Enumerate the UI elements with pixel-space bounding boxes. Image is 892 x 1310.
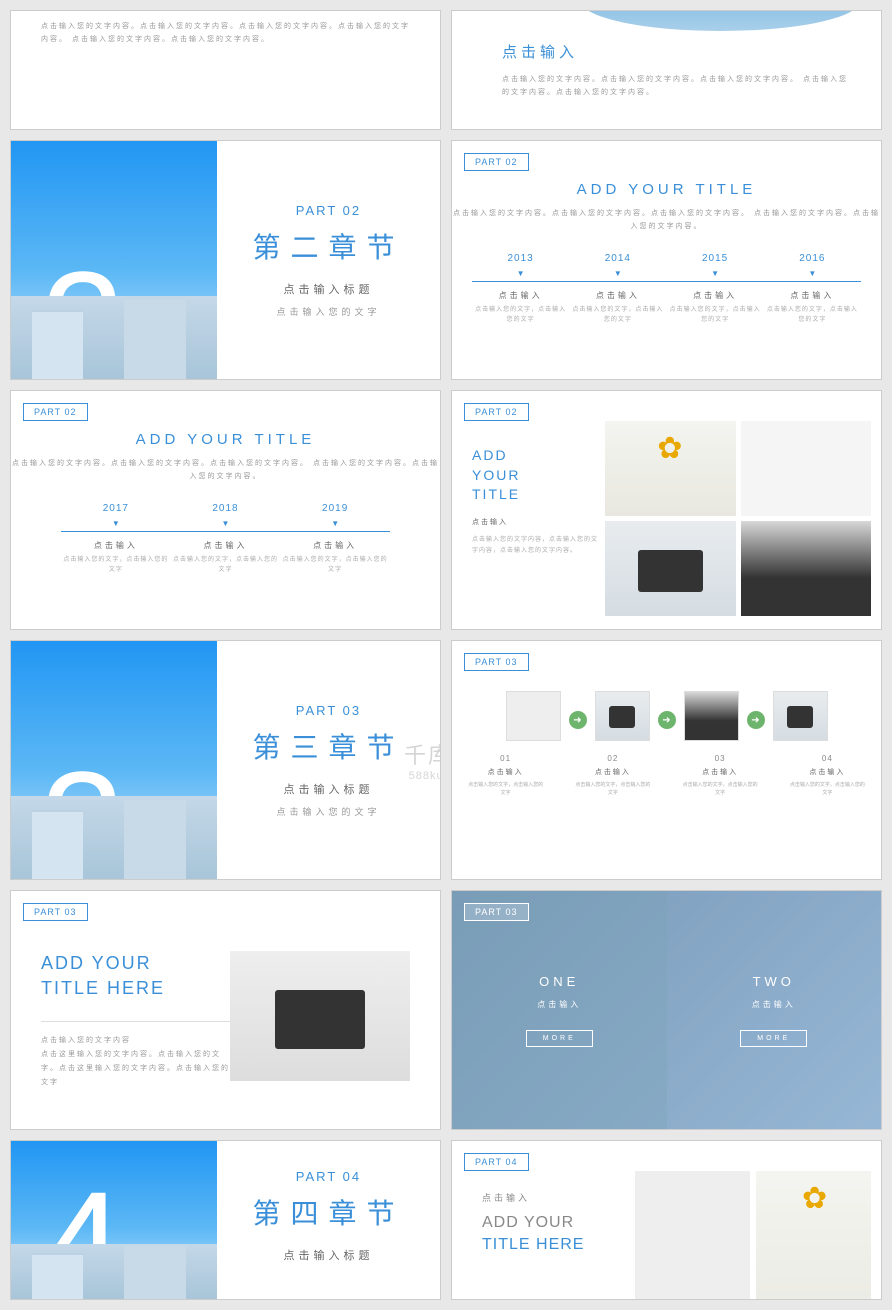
image-glasses-phone — [741, 421, 871, 516]
subtext: 点击输入您的文字 — [276, 805, 380, 818]
part-tag: PART 02 — [464, 403, 529, 421]
top-click-input: 点击输入 — [502, 41, 851, 62]
part-label: PART 03 — [296, 703, 361, 718]
slide-section-2[interactable]: 2 PART 02 第二章节 点击输入标题 点击输入您的文字 — [10, 140, 441, 380]
timeline-item: 2019▼点击输入点击输入您的文字，点击输入您的文字 — [280, 503, 390, 575]
process-labels: 01点击输入点击输入您的文字，点击输入您的文字 02点击输入点击输入您的文字，点… — [452, 754, 881, 797]
process-item — [684, 691, 739, 749]
slide-process[interactable]: PART 03 ➜ ➜ ➜ 01点击输入点击输入您的文字，点击输入您的文字 02… — [451, 640, 882, 880]
timeline-item: 2018▼点击输入点击输入您的文字，点击输入您的文字 — [171, 503, 281, 575]
laptop-chair-image — [230, 951, 410, 1081]
brush-arc-decoration — [581, 10, 860, 31]
timeline-row: 2013▼点击输入点击输入您的文字，点击输入您的文字 2014▼点击输入点击输入… — [452, 253, 881, 325]
part-tag: PART 02 — [464, 153, 529, 171]
slide-timeline-2[interactable]: PART 02 ADD YOUR TITLE 点击输入您的文字内容。点击输入您的… — [10, 390, 441, 630]
process-item — [773, 691, 828, 749]
timeline-item: 2014▼点击输入点击输入您的文字，点击输入您的文字 — [569, 253, 666, 325]
image-businessman — [741, 521, 871, 616]
timeline-desc: 点击输入您的文字内容。点击输入您的文字内容。点击输入您的文字内容。 点击输入您的… — [11, 458, 440, 483]
subtitle: 点击输入标题 — [283, 781, 373, 797]
left-text-block: ADD YOUR TITLE 点击输入 点击输入您的文字内容，点击输入您的文字内… — [472, 446, 601, 556]
column-two[interactable]: TWO 点击输入 MORE — [667, 891, 882, 1129]
process-item — [595, 691, 650, 749]
col-sub: 点击输入 — [752, 999, 796, 1010]
section-text-block: PART 04 第四章节 点击输入标题 — [217, 1141, 440, 1299]
image-laptop — [605, 521, 735, 616]
image-grid — [605, 421, 871, 616]
slide-top-left[interactable]: 点击输入您的文字内容。点击输入您的文字内容。点击输入您的文字内容。点击输入您的文… — [10, 10, 441, 130]
image-handshake — [506, 691, 561, 741]
arrow-icon: ➜ — [658, 711, 676, 729]
buildings-illustration — [11, 796, 217, 879]
part-tag: PART 03 — [464, 653, 529, 671]
slide-section-3[interactable]: 3 PART 03 第三章节 点击输入标题 点击输入您的文字 千库网588ku.… — [10, 640, 441, 880]
chapter-title: 第三章节 — [252, 726, 404, 766]
timeline-title: ADD YOUR TITLE — [11, 431, 440, 448]
section-text-block: PART 02 第二章节 点击输入标题 点击输入您的文字 — [217, 141, 440, 379]
image-table-laptop — [773, 691, 828, 741]
buildings-illustration — [11, 296, 217, 379]
slide-add-title-images[interactable]: PART 02 ADD YOUR TITLE 点击输入 点击输入您的文字内容，点… — [451, 390, 882, 630]
image-sunflower — [605, 421, 735, 516]
subtext: 点击输入您的文字 — [276, 305, 380, 318]
more-button[interactable]: MORE — [526, 1030, 593, 1047]
arrow-icon: ➜ — [747, 711, 765, 729]
timeline-item: 2013▼点击输入点击输入您的文字，点击输入您的文字 — [472, 253, 569, 325]
title-here-body: 点击输入您的文字内容 点击这里输入您的文字内容。点击输入您的文字。点击这里输入您… — [41, 1034, 234, 1090]
chapter-title: 第二章节 — [252, 226, 404, 266]
col-label: TWO — [753, 974, 795, 989]
part-label: PART 02 — [296, 203, 361, 218]
part-tag: PART 04 — [464, 1153, 529, 1171]
s14-left-text: 点击输入 ADD YOURTITLE HERE — [482, 1191, 632, 1257]
image-woman-suit — [684, 691, 739, 741]
timeline-desc: 点击输入您的文字内容。点击输入您的文字内容。点击输入您的文字内容。 点击输入您的… — [452, 208, 881, 233]
part-label: PART 04 — [296, 1169, 361, 1184]
part-tag: PART 03 — [464, 903, 529, 921]
timeline-title: ADD YOUR TITLE — [452, 181, 881, 198]
more-button[interactable]: MORE — [740, 1030, 807, 1047]
title-here-heading: ADD YOUR TITLE HERE — [41, 951, 234, 1001]
title-here-left: ADD YOUR TITLE HERE 点击输入您的文字内容 点击这里输入您的文… — [41, 951, 234, 1090]
timeline-item: 2015▼点击输入点击输入您的文字，点击输入您的文字 — [667, 253, 764, 325]
image-sunflower-window — [756, 1171, 871, 1300]
column-one[interactable]: ONE 点击输入 MORE — [452, 891, 667, 1129]
subtitle: 点击输入标题 — [283, 281, 373, 297]
image-grid — [635, 1171, 871, 1300]
slide-timeline-1[interactable]: PART 02 ADD YOUR TITLE 点击输入您的文字内容。点击输入您的… — [451, 140, 882, 380]
body: 点击输入您的文字内容，点击输入您的文字内容，点击输入您的文字内容。 — [472, 535, 601, 557]
timeline-row: 2017▼点击输入点击输入您的文字，点击输入您的文字 2018▼点击输入点击输入… — [11, 503, 440, 575]
part-tag: PART 02 — [23, 403, 88, 421]
slide-section-4[interactable]: 4 PART 04 第四章节 点击输入标题 — [10, 1140, 441, 1300]
top-body: 点击输入您的文字内容。点击输入您的文字内容。点击输入您的文字内容。 点击输入您的… — [502, 74, 851, 99]
s14-title: ADD YOURTITLE HERE — [482, 1212, 632, 1257]
image-laptop — [595, 691, 650, 741]
slide-two-columns[interactable]: ONE 点击输入 MORE TWO 点击输入 MORE PART 03 — [451, 890, 882, 1130]
intro-text: 点击输入您的文字内容。点击输入您的文字内容。点击输入您的文字内容。点击输入您的文… — [11, 11, 440, 56]
subtitle: 点击输入标题 — [283, 1247, 373, 1263]
section-text-block: PART 03 第三章节 点击输入标题 点击输入您的文字 — [217, 641, 440, 879]
process-item — [506, 691, 561, 749]
sub: 点击输入 — [472, 517, 601, 527]
process-row: ➜ ➜ ➜ — [452, 691, 881, 749]
slide-top-right[interactable]: 点击输入 点击输入您的文字内容。点击输入您的文字内容。点击输入您的文字内容。 点… — [451, 10, 882, 130]
buildings-illustration — [11, 1244, 217, 1299]
col-label: ONE — [539, 974, 579, 989]
s14-sub: 点击输入 — [482, 1191, 632, 1204]
sky-image: 2 — [11, 141, 217, 379]
timeline-item: 2017▼点击输入点击输入您的文字，点击输入您的文字 — [61, 503, 171, 575]
part-tag: PART 03 — [23, 903, 88, 921]
col-sub: 点击输入 — [537, 999, 581, 1010]
slide-title-images-2[interactable]: PART 04 点击输入 ADD YOURTITLE HERE — [451, 1140, 882, 1300]
sky-image: 3 — [11, 641, 217, 879]
chapter-title: 第四章节 — [252, 1192, 404, 1232]
add-title-stacked: ADD YOUR TITLE — [472, 446, 601, 505]
sky-image: 4 — [11, 1141, 217, 1299]
image-tablet-hands — [635, 1171, 750, 1300]
timeline-item: 2016▼点击输入点击输入您的文字，点击输入您的文字 — [764, 253, 861, 325]
arrow-icon: ➜ — [569, 711, 587, 729]
slide-title-here[interactable]: PART 03 ADD YOUR TITLE HERE 点击输入您的文字内容 点… — [10, 890, 441, 1130]
